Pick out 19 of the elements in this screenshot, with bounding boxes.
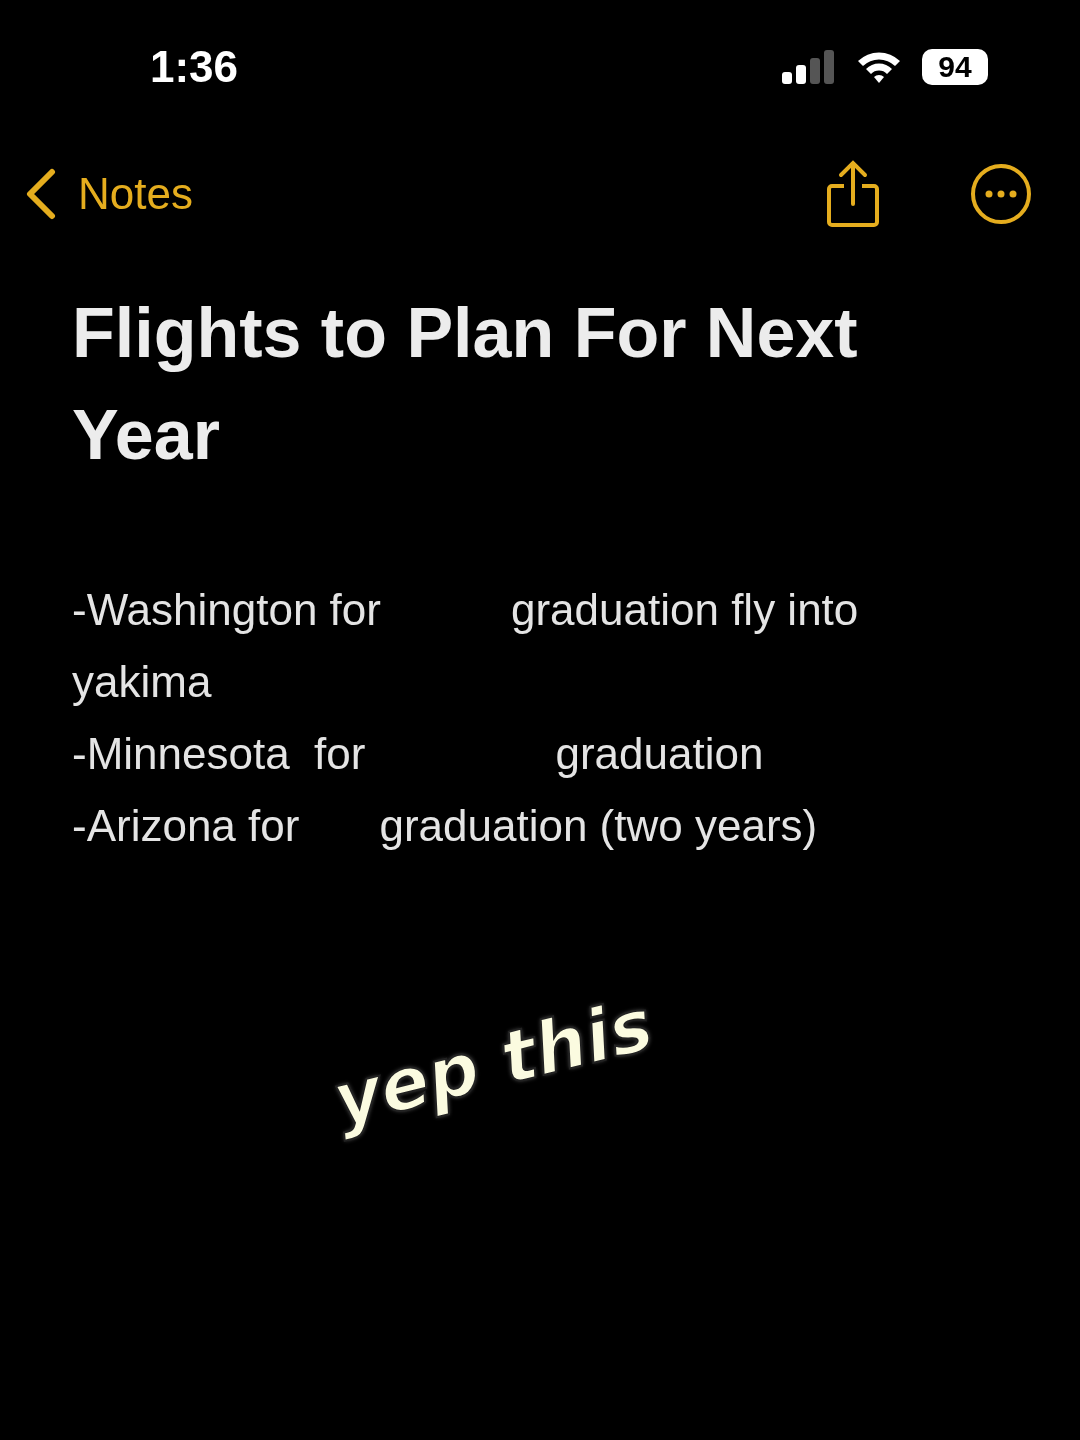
share-button[interactable] — [826, 160, 880, 228]
note-text: graduation — [555, 729, 764, 779]
sticker-text: yep this — [324, 981, 661, 1143]
signal-icon — [782, 50, 836, 84]
share-icon — [826, 160, 880, 228]
note-text: graduation (two years) — [379, 801, 818, 851]
more-button[interactable] — [970, 163, 1032, 225]
status-time: 1:36 — [150, 42, 239, 92]
note-text: yakima — [72, 657, 212, 707]
note-text: -Minnesota for — [72, 729, 366, 779]
back-button[interactable]: Notes — [24, 168, 193, 220]
note-text: -Washington for — [72, 585, 381, 635]
note-text: graduation fly into — [510, 585, 859, 635]
battery-indicator: 94 — [922, 49, 988, 85]
wifi-icon — [856, 50, 902, 84]
note-text: -Arizona for — [72, 801, 300, 851]
chevron-left-icon — [24, 168, 56, 220]
more-icon — [970, 163, 1032, 225]
note-title: Flights to Plan For Next Year — [72, 293, 859, 476]
